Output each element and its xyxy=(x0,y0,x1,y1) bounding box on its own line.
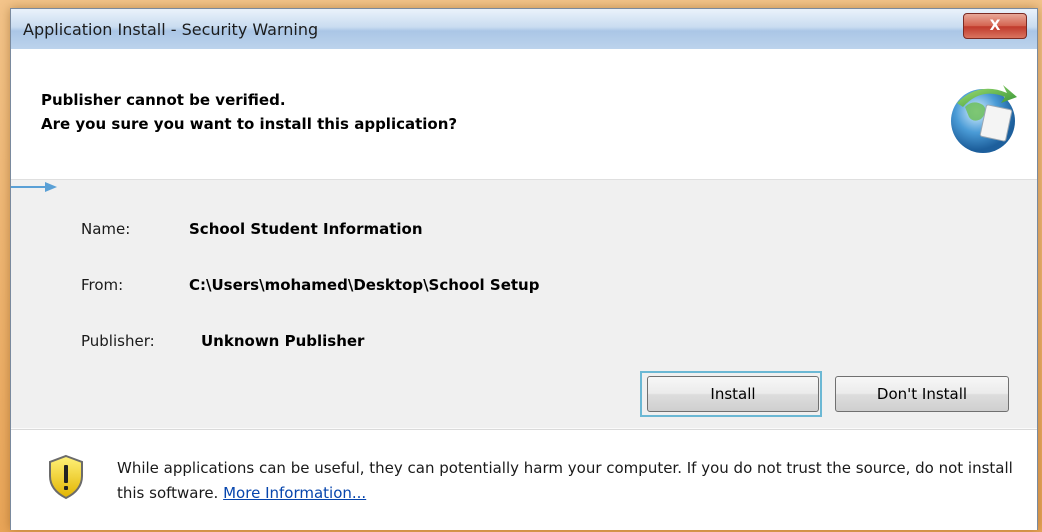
window-title: Application Install - Security Warning xyxy=(23,20,319,39)
warning-message: While applications can be useful, they c… xyxy=(117,456,1017,506)
headline-install-question: Are you sure you want to install this ap… xyxy=(41,115,458,133)
highlight-frame: Application Install - Security Warning X… xyxy=(0,0,1042,532)
name-label: Name: xyxy=(81,220,131,238)
dont-install-button[interactable]: Don't Install xyxy=(835,376,1009,412)
arrow-right-icon xyxy=(11,182,57,192)
warning-footer: While applications can be useful, they c… xyxy=(11,429,1037,530)
publisher-label: Publisher: xyxy=(81,332,155,350)
more-information-link[interactable]: More Information... xyxy=(223,484,366,502)
title-bar[interactable]: Application Install - Security Warning X xyxy=(11,9,1037,50)
details-panel: Name: School Student Information From: C… xyxy=(11,180,1037,428)
install-button[interactable]: Install xyxy=(647,376,819,412)
publisher-value: Unknown Publisher xyxy=(201,332,365,350)
close-icon: X xyxy=(989,18,1001,34)
security-warning-dialog: Application Install - Security Warning X… xyxy=(10,8,1038,530)
from-value: C:\Users\mohamed\Desktop\School Setup xyxy=(189,276,540,294)
name-value: School Student Information xyxy=(189,220,423,238)
headline-publisher-warning: Publisher cannot be verified. xyxy=(41,91,286,109)
warning-shield-icon xyxy=(49,454,83,500)
from-label: From: xyxy=(81,276,124,294)
dialog-header: Publisher cannot be verified. Are you su… xyxy=(11,49,1037,180)
close-button[interactable]: X xyxy=(963,13,1027,39)
install-globe-icon xyxy=(951,85,1017,153)
